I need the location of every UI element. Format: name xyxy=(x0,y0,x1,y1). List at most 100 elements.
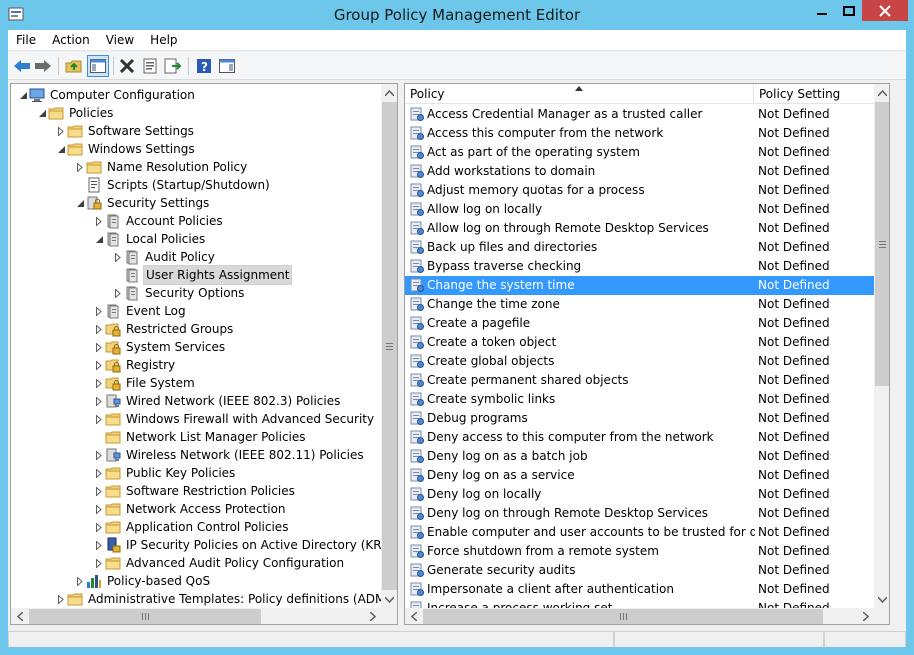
tree-node[interactable]: Account Policies xyxy=(93,212,225,230)
help-button[interactable]: ? xyxy=(193,55,215,77)
collapsed-arrow-icon[interactable] xyxy=(93,374,105,392)
tree-vscroll-thumb[interactable] xyxy=(382,102,397,590)
collapsed-arrow-icon[interactable] xyxy=(93,410,105,428)
table-row[interactable]: Deny log on as a batch job Not Defined xyxy=(405,447,874,466)
scroll-right-button[interactable] xyxy=(857,608,874,624)
table-row[interactable]: Debug programs Not Defined xyxy=(405,409,874,428)
tree-node[interactable]: Security Settings xyxy=(74,194,211,212)
scroll-left-button[interactable] xyxy=(405,608,422,624)
table-row[interactable]: Deny log on as a service Not Defined xyxy=(405,466,874,485)
close-button[interactable] xyxy=(862,0,908,21)
scroll-up-button[interactable] xyxy=(874,84,889,101)
table-row[interactable]: Add workstations to domain Not Defined xyxy=(405,162,874,181)
tree-node[interactable]: Administrative Templates: Policy definit… xyxy=(55,590,381,608)
scroll-up-button[interactable] xyxy=(381,84,397,101)
tree-node[interactable]: User Rights Assignment xyxy=(112,265,293,285)
title-bar[interactable]: Group Policy Management Editor xyxy=(0,0,914,30)
tree-node[interactable]: Registry xyxy=(93,356,177,374)
tree-node[interactable]: Application Control Policies xyxy=(93,518,290,536)
table-row[interactable]: Deny log on locally Not Defined xyxy=(405,485,874,504)
table-row[interactable]: Create permanent shared objects Not Defin… xyxy=(405,371,874,390)
maximize-button[interactable] xyxy=(835,0,862,21)
list-vscroll-thumb[interactable] xyxy=(875,102,889,386)
tree-node[interactable]: Software Restriction Policies xyxy=(93,482,297,500)
back-button[interactable] xyxy=(11,55,33,77)
properties-button[interactable] xyxy=(139,55,161,77)
minimize-button[interactable] xyxy=(808,0,835,21)
tree-node[interactable]: Scripts (Startup/Shutdown) xyxy=(74,176,272,194)
show-hide-console-tree-button[interactable] xyxy=(87,55,109,77)
tree-node[interactable]: Computer Configuration xyxy=(17,86,197,104)
collapsed-arrow-icon[interactable] xyxy=(93,338,105,356)
menu-help[interactable]: Help xyxy=(142,30,185,51)
table-row[interactable]: Adjust memory quotas for a process Not De… xyxy=(405,181,874,200)
scroll-down-button[interactable] xyxy=(874,591,889,608)
expanded-arrow-icon[interactable] xyxy=(74,194,86,212)
table-row[interactable]: Create a token object Not Defined xyxy=(405,333,874,352)
scroll-right-button[interactable] xyxy=(364,608,381,624)
tree-node[interactable]: Audit Policy xyxy=(112,248,217,266)
table-row[interactable]: Access this computer from the network Not… xyxy=(405,124,874,143)
tree-node[interactable]: Public Key Policies xyxy=(93,464,237,482)
tree-node[interactable]: Wireless Network (IEEE 802.11) Policies xyxy=(93,446,366,464)
forward-button[interactable] xyxy=(32,55,54,77)
tree-node[interactable]: Wired Network (IEEE 802.3) Policies xyxy=(93,392,342,410)
table-row[interactable]: Create global objects Not Defined xyxy=(405,352,874,371)
table-row[interactable]: Access Credential Manager as a trusted c… xyxy=(405,105,874,124)
collapsed-arrow-icon[interactable] xyxy=(93,482,105,500)
tree-node[interactable]: Advanced Audit Policy Configuration xyxy=(93,554,346,572)
collapsed-arrow-icon[interactable] xyxy=(93,464,105,482)
table-row[interactable]: Increase a process working set Not Define… xyxy=(405,599,874,608)
collapsed-arrow-icon[interactable] xyxy=(74,572,86,590)
table-row[interactable]: Deny access to this computer from the ne… xyxy=(405,428,874,447)
collapsed-arrow-icon[interactable] xyxy=(93,446,105,464)
menu-action[interactable]: Action xyxy=(44,30,98,51)
expanded-arrow-icon[interactable] xyxy=(55,140,67,158)
tree-node[interactable]: Local Policies xyxy=(93,230,207,248)
tree-node[interactable]: Name Resolution Policy xyxy=(74,158,249,176)
collapsed-arrow-icon[interactable] xyxy=(74,158,86,176)
collapsed-arrow-icon[interactable] xyxy=(55,590,67,608)
list-vertical-scrollbar[interactable] xyxy=(874,84,889,608)
expanded-arrow-icon[interactable] xyxy=(17,86,29,104)
table-row[interactable]: Impersonate a client after authenticatio… xyxy=(405,580,874,599)
collapsed-arrow-icon[interactable] xyxy=(93,536,105,554)
table-row[interactable]: Back up files and directories Not Defined xyxy=(405,238,874,257)
expanded-arrow-icon[interactable] xyxy=(93,230,105,248)
up-one-level-button[interactable] xyxy=(63,55,85,77)
table-row[interactable]: Change the time zone Not Defined xyxy=(405,295,874,314)
table-row[interactable]: Create symbolic links Not Defined xyxy=(405,390,874,409)
scroll-down-button[interactable] xyxy=(381,591,397,608)
collapsed-arrow-icon[interactable] xyxy=(93,212,105,230)
table-row[interactable]: Generate security audits Not Defined xyxy=(405,561,874,580)
collapsed-arrow-icon[interactable] xyxy=(93,320,105,338)
table-row[interactable]: Allow log on locally Not Defined xyxy=(405,200,874,219)
export-list-button[interactable] xyxy=(162,55,184,77)
collapsed-arrow-icon[interactable] xyxy=(93,356,105,374)
tree-hscroll-thumb[interactable] xyxy=(29,609,261,624)
collapsed-arrow-icon[interactable] xyxy=(93,392,105,410)
collapsed-arrow-icon[interactable] xyxy=(93,302,105,320)
table-row[interactable]: Bypass traverse checking Not Defined xyxy=(405,257,874,276)
table-row[interactable]: Deny log on through Remote Desktop Servi… xyxy=(405,504,874,523)
tree-node[interactable]: Windows Firewall with Advanced Security xyxy=(93,410,376,428)
tree-node[interactable]: Policies xyxy=(36,104,115,122)
collapsed-arrow-icon[interactable] xyxy=(93,500,105,518)
table-row[interactable]: Force shutdown from a remote system Not D… xyxy=(405,542,874,561)
table-row[interactable]: Allow log on through Remote Desktop Serv… xyxy=(405,219,874,238)
tree-node[interactable]: Policy-based QoS xyxy=(74,572,212,590)
tree-node[interactable]: System Services xyxy=(93,338,227,356)
collapsed-arrow-icon[interactable] xyxy=(112,284,124,302)
tree-node[interactable]: Software Settings xyxy=(55,122,196,140)
column-header-policy-setting[interactable]: Policy Setting xyxy=(754,84,889,104)
expanded-arrow-icon[interactable] xyxy=(36,104,48,122)
tree-node[interactable]: Windows Settings xyxy=(55,140,197,158)
scroll-left-button[interactable] xyxy=(11,608,28,624)
collapsed-arrow-icon[interactable] xyxy=(55,122,67,140)
list-horizontal-scrollbar[interactable] xyxy=(405,608,874,624)
table-row[interactable]: Change the system time Not Defined xyxy=(405,276,874,295)
tree-node[interactable]: IP Security Policies on Active Directory… xyxy=(93,536,381,554)
tree-node[interactable]: Network Access Protection xyxy=(93,500,288,518)
tree-node[interactable]: Restricted Groups xyxy=(93,320,235,338)
collapsed-arrow-icon[interactable] xyxy=(93,518,105,536)
